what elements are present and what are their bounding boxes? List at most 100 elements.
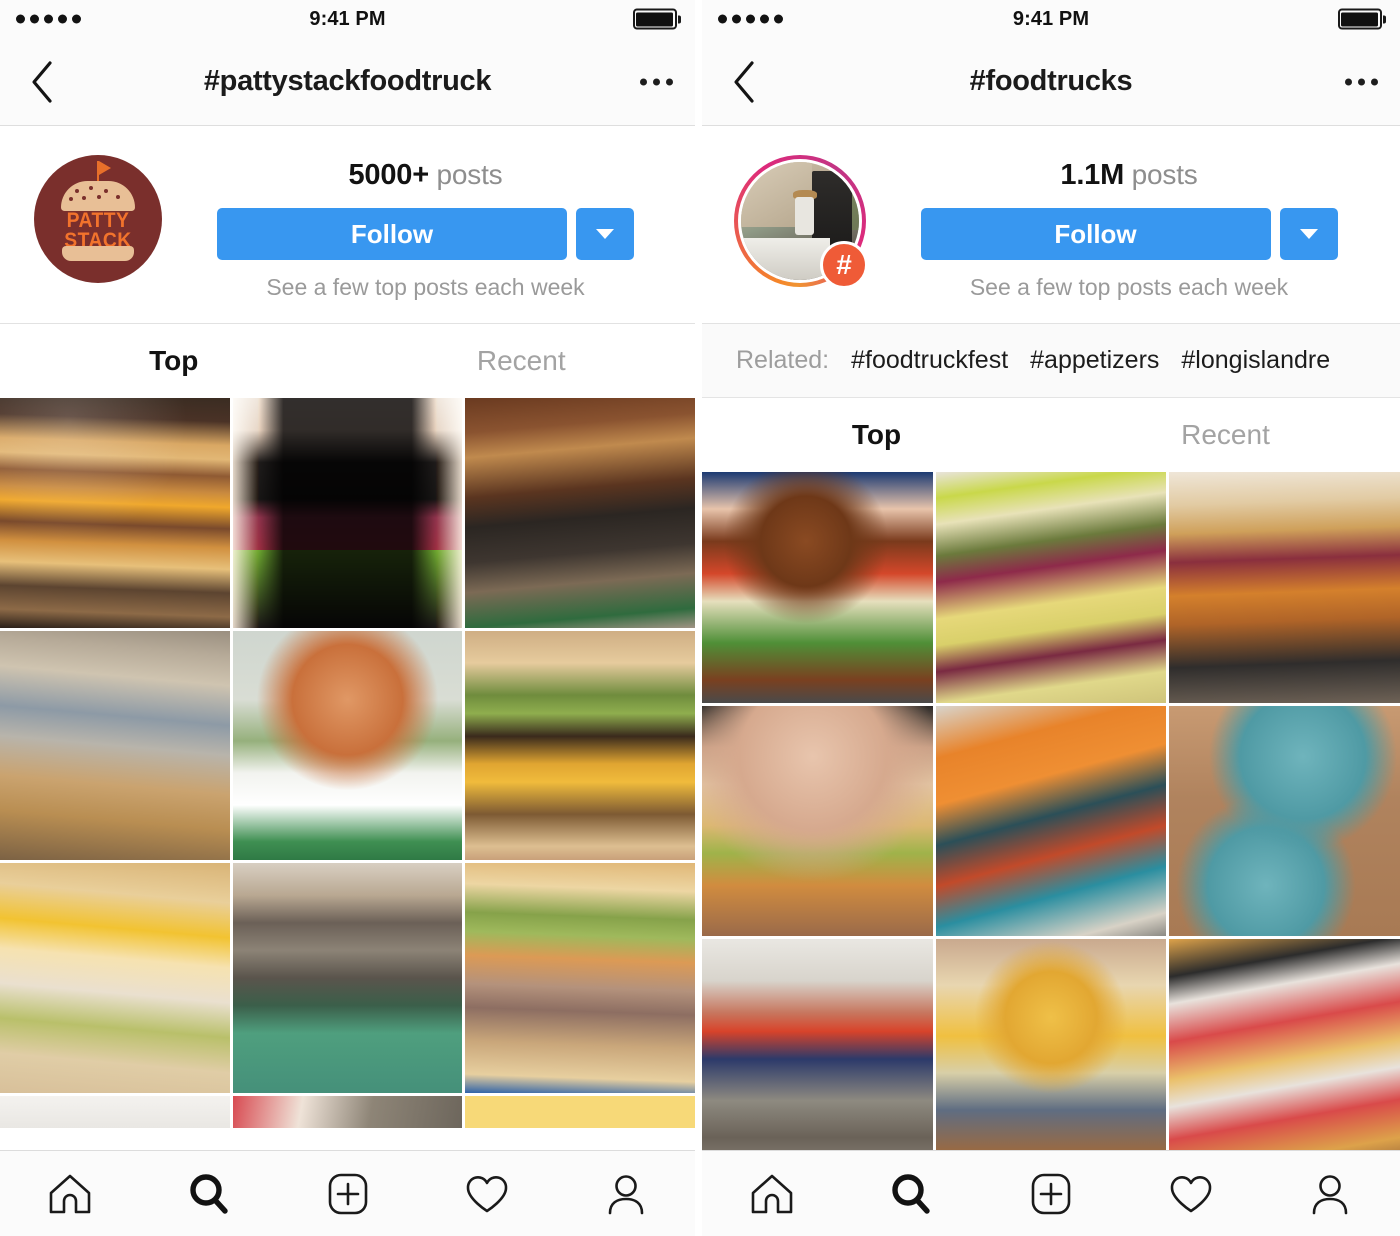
follow-subnote: See a few top posts each week [266,274,585,300]
search-icon [892,1173,931,1214]
avatar[interactable]: # [726,151,874,289]
search-icon [189,1173,228,1214]
grid-post[interactable] [0,1096,230,1129]
back-button[interactable] [20,60,64,104]
grid-post[interactable] [1169,939,1400,1150]
back-button[interactable] [722,60,766,104]
post-thumbnail [1169,939,1400,1150]
related-tag-appetizers[interactable]: #appetizers [1030,346,1159,375]
action-buttons: Follow [882,208,1376,260]
action-buttons: Follow [180,208,671,260]
more-options-button[interactable] [1345,78,1378,85]
follow-dropdown-button[interactable] [1279,208,1338,260]
grid-post[interactable] [0,630,230,861]
bottom-tab-bar [0,1150,695,1236]
grid-post[interactable] [465,630,695,861]
home-icon [49,1174,90,1213]
chevron-down-icon [1299,229,1318,239]
follow-dropdown-button[interactable] [576,208,634,260]
nav-header: #foodtrucks [702,38,1400,126]
tab-add-post[interactable] [981,1172,1121,1216]
page-title: #foodtrucks [969,65,1133,97]
dual-phone-screenshot: 9:41 PM #pattystackfoodtruck PATTY STACK… [0,0,1400,1236]
logo-line-1: PATTY [66,209,130,232]
grid-post[interactable] [935,939,1167,1150]
grid-post[interactable] [935,472,1167,703]
tab-recent[interactable]: Recent [1051,398,1400,472]
related-label: Related: [736,346,830,374]
avatar[interactable]: PATTY STACK [24,151,172,283]
tab-top[interactable]: Top [0,324,348,398]
tab-activity[interactable] [1121,1172,1261,1216]
follow-button[interactable]: Follow [920,208,1271,260]
post-thumbnail [935,705,1167,937]
battery-icon [632,8,681,30]
grid-post[interactable] [232,1096,463,1129]
tab-add-post[interactable] [278,1172,417,1216]
follow-button[interactable]: Follow [217,208,567,260]
grid-post[interactable] [702,939,933,1150]
post-thumbnail [0,398,230,628]
post-thumbnail [465,1096,695,1129]
grid-post[interactable] [702,472,933,703]
hashtag-profile-header: # 1.1M posts Follow See a few top posts … [702,126,1400,324]
tab-search[interactable] [139,1172,278,1216]
grid-post[interactable] [465,1096,695,1129]
post-thumbnail [702,939,933,1150]
post-thumbnail [465,630,695,861]
grid-post[interactable] [232,863,463,1094]
post-thumbnail [232,1096,463,1129]
post-thumbnail [1169,705,1400,937]
profile-icon [1312,1174,1348,1214]
post-thumbnail [465,398,695,628]
follow-subnote: See a few top posts each week [969,274,1289,300]
grid-post[interactable] [232,398,463,628]
post-thumbnail [0,630,230,861]
related-tag-foodtruckfest[interactable]: #foodtruckfest [851,346,1008,375]
post-thumbnail [935,939,1167,1150]
tab-profile[interactable] [1260,1172,1400,1216]
more-options-button[interactable] [640,78,673,85]
post-thumbnail [232,630,463,861]
post-grid [0,398,695,1150]
post-thumbnail [0,1096,230,1129]
logo-text: PATTY STACK [39,209,157,251]
grid-post[interactable] [1169,472,1400,703]
profile-icon [608,1174,643,1214]
hashtag-badge-icon: # [820,241,868,289]
battery-icon [1337,8,1386,30]
add-post-icon [328,1173,367,1214]
post-thumbnail [232,398,463,628]
tab-top[interactable]: Top [702,398,1051,472]
grid-post[interactable] [0,863,230,1094]
post-thumbnail [702,472,933,703]
chevron-left-icon [734,60,754,103]
chevron-down-icon [596,229,614,239]
tab-activity[interactable] [417,1172,556,1216]
grid-post[interactable] [702,705,933,937]
status-bar: 9:41 PM [0,0,695,38]
grid-post[interactable] [465,863,695,1094]
tab-profile[interactable] [556,1172,695,1216]
grid-post[interactable] [935,705,1167,937]
status-time: 9:41 PM [1012,7,1090,30]
add-post-icon [1031,1173,1071,1214]
bun-bottom-shape [62,246,134,261]
grid-post[interactable] [0,398,230,628]
grid-post[interactable] [232,630,463,861]
post-count: 1.1M posts [882,159,1376,192]
grid-post[interactable] [1169,705,1400,937]
content-tabs: Top Recent [0,324,695,398]
tab-search[interactable] [842,1172,982,1216]
flag-icon [97,161,111,183]
post-count-label: posts [436,159,503,190]
content-tabs: Top Recent [702,398,1400,472]
tab-recent[interactable]: Recent [348,324,696,398]
tab-home[interactable] [702,1172,842,1216]
related-tag-longislandre[interactable]: #longislandre [1181,346,1330,375]
tab-home[interactable] [0,1172,139,1216]
related-hashtags-row[interactable]: Related: #foodtruckfest #appetizers #lon… [702,324,1400,398]
grid-post[interactable] [465,398,695,628]
page-title: #pattystackfoodtruck [203,65,492,97]
post-count-value: 1.1M [1060,159,1125,191]
